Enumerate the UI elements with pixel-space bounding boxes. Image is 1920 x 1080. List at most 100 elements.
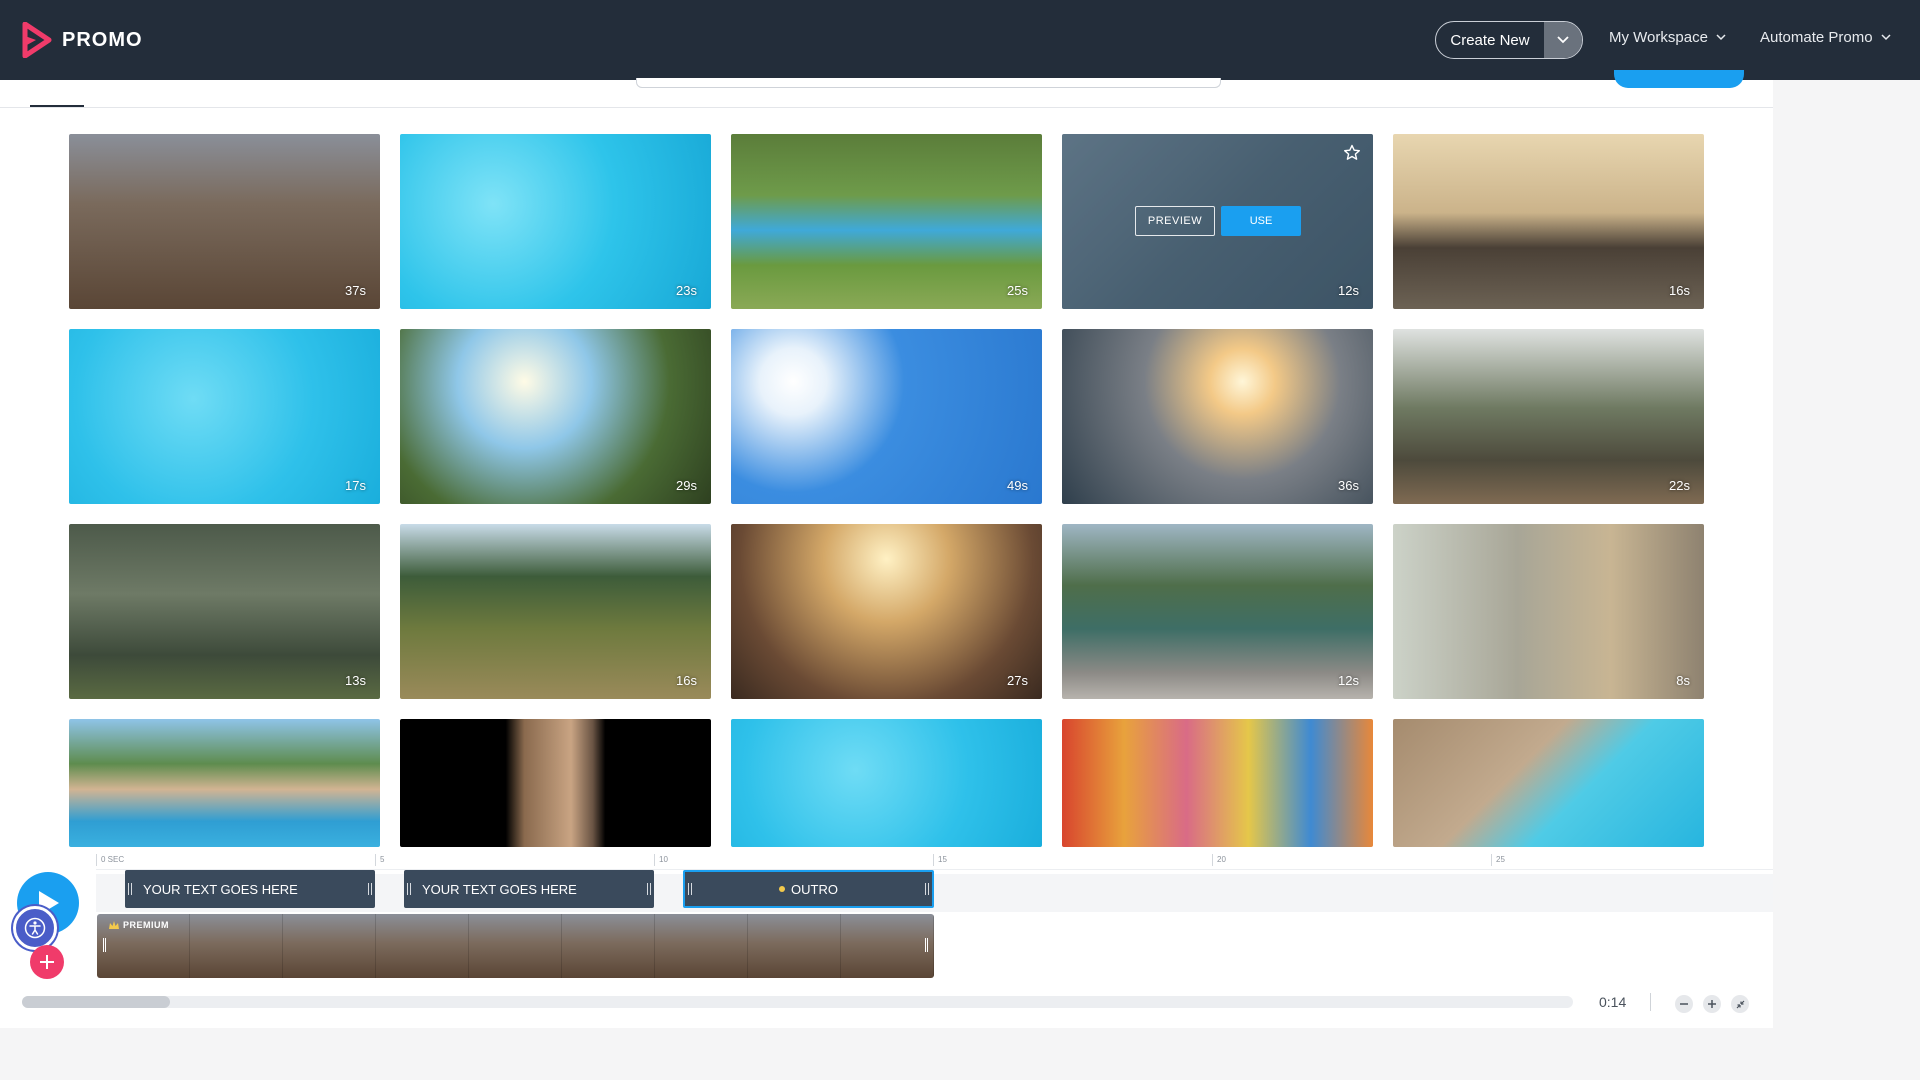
nav-my-workspace[interactable]: My Workspace (1609, 29, 1726, 46)
minus-icon (1680, 1003, 1688, 1005)
video-tile[interactable] (400, 719, 711, 847)
video-tile[interactable]: 22s (1393, 329, 1704, 504)
video-duration: 37s (345, 283, 366, 298)
video-frame-thumbnail (469, 914, 562, 978)
star-outline-icon[interactable] (1343, 144, 1361, 162)
zoom-out-button[interactable] (1675, 995, 1693, 1013)
video-duration: 8s (1676, 673, 1690, 688)
premium-badge: PREMIUM (109, 920, 169, 930)
ruler-mark: 15 (933, 854, 947, 866)
video-tile[interactable]: 29s (400, 329, 711, 504)
video-frame-thumbnail (190, 914, 283, 978)
video-tile[interactable] (731, 719, 1042, 847)
timeline-scroll-thumb[interactable] (22, 996, 170, 1008)
clip-right-handle[interactable] (365, 870, 375, 908)
clip-left-handle[interactable] (685, 872, 695, 906)
video-tile[interactable]: 37s (69, 134, 380, 309)
text-clip[interactable]: YOUR TEXT GOES HERE (125, 870, 375, 908)
video-duration: 12s (1338, 283, 1359, 298)
zoom-in-button[interactable] (1703, 995, 1721, 1013)
video-tile[interactable]: 36s (1062, 329, 1373, 504)
chevron-down-icon (1557, 36, 1569, 44)
video-duration: 22s (1669, 478, 1690, 493)
video-tile[interactable] (1062, 719, 1373, 847)
timeline-ruler[interactable]: 0 SEC 5 10 15 20 25 (96, 848, 1773, 870)
video-duration: 49s (1007, 478, 1028, 493)
logo-text: PROMO (62, 28, 143, 51)
video-tile[interactable]: 27s (731, 524, 1042, 699)
video-frame-thumbnail (655, 914, 748, 978)
preview-button[interactable]: PREVIEW (1135, 206, 1215, 236)
divider (1650, 993, 1651, 1011)
plus-icon (40, 955, 54, 969)
outro-clip-text: OUTRO (791, 881, 838, 897)
text-clip-label: YOUR TEXT GOES HERE (422, 881, 577, 897)
video-tile[interactable]: 25s (731, 134, 1042, 309)
video-duration: 23s (676, 283, 697, 298)
chevron-down-icon (1716, 34, 1726, 41)
nav-automate-promo-label: Automate Promo (1760, 29, 1873, 46)
outro-clip-label: OUTRO (695, 882, 922, 897)
video-tile[interactable]: PREVIEW USE 12s (1062, 134, 1373, 309)
text-clip-label: YOUR TEXT GOES HERE (143, 881, 298, 897)
video-duration: 36s (1338, 478, 1359, 493)
use-button[interactable]: USE (1221, 206, 1301, 236)
video-tile[interactable]: 17s (69, 329, 380, 504)
video-duration: 17s (345, 478, 366, 493)
nav-automate-promo[interactable]: Automate Promo (1760, 29, 1891, 46)
ruler-mark: 10 (654, 854, 668, 866)
video-frame-thumbnail (376, 914, 469, 978)
video-frame-thumbnail (748, 914, 841, 978)
ruler-mark: 25 (1491, 854, 1505, 866)
video-duration: 16s (1669, 283, 1690, 298)
fit-timeline-button[interactable] (1731, 995, 1749, 1013)
clip-right-handle[interactable] (922, 872, 932, 906)
filter-strip (0, 70, 1773, 108)
video-duration: 29s (676, 478, 697, 493)
ruler-mark: 0 SEC (96, 854, 124, 866)
video-frame-thumbnail (562, 914, 655, 978)
video-tile[interactable]: 13s (69, 524, 380, 699)
video-clip[interactable]: PREMIUM (97, 914, 934, 978)
timeline-scrollbar[interactable] (22, 996, 1573, 1008)
video-right-handle[interactable] (925, 938, 928, 952)
video-duration: 16s (676, 673, 697, 688)
video-tile[interactable]: 12s (1062, 524, 1373, 699)
video-duration: 27s (1007, 673, 1028, 688)
clip-right-handle[interactable] (644, 870, 654, 908)
clip-left-handle[interactable] (125, 870, 135, 908)
text-clip[interactable]: YOUR TEXT GOES HERE (404, 870, 654, 908)
create-new-label[interactable]: Create New (1436, 22, 1544, 58)
video-tile[interactable]: 16s (1393, 134, 1704, 309)
create-new-button[interactable]: Create New (1435, 21, 1583, 59)
plus-icon (1708, 1000, 1716, 1008)
promo-logo[interactable]: PROMO (22, 22, 143, 58)
video-tile[interactable] (69, 719, 380, 847)
video-left-handle[interactable] (103, 938, 106, 952)
add-track-button[interactable] (30, 945, 64, 979)
video-tile[interactable]: 49s (731, 329, 1042, 504)
video-tile[interactable]: 23s (400, 134, 711, 309)
create-new-dropdown[interactable] (1544, 22, 1582, 58)
accessibility-icon (24, 917, 46, 939)
premium-badge-label: PREMIUM (123, 920, 169, 930)
accessibility-button[interactable] (13, 906, 57, 950)
crown-icon (109, 921, 119, 929)
hover-overlay (1062, 134, 1373, 309)
video-duration: 12s (1338, 673, 1359, 688)
video-frame-thumbnail (283, 914, 376, 978)
video-duration: 13s (345, 673, 366, 688)
primary-action-button[interactable] (1614, 70, 1744, 88)
video-tile[interactable]: 8s (1393, 524, 1704, 699)
clip-left-handle[interactable] (404, 870, 414, 908)
outro-dot-icon (779, 886, 786, 892)
collapse-icon (1736, 1000, 1744, 1008)
video-tile[interactable]: 16s (400, 524, 711, 699)
outro-clip[interactable]: OUTRO (683, 870, 934, 908)
current-time: 0:14 (1599, 994, 1627, 1010)
video-duration: 25s (1007, 283, 1028, 298)
ruler-mark: 20 (1212, 854, 1226, 866)
search-input[interactable] (636, 78, 1221, 88)
video-frame-thumbnail (841, 914, 934, 978)
video-tile[interactable] (1393, 719, 1704, 847)
